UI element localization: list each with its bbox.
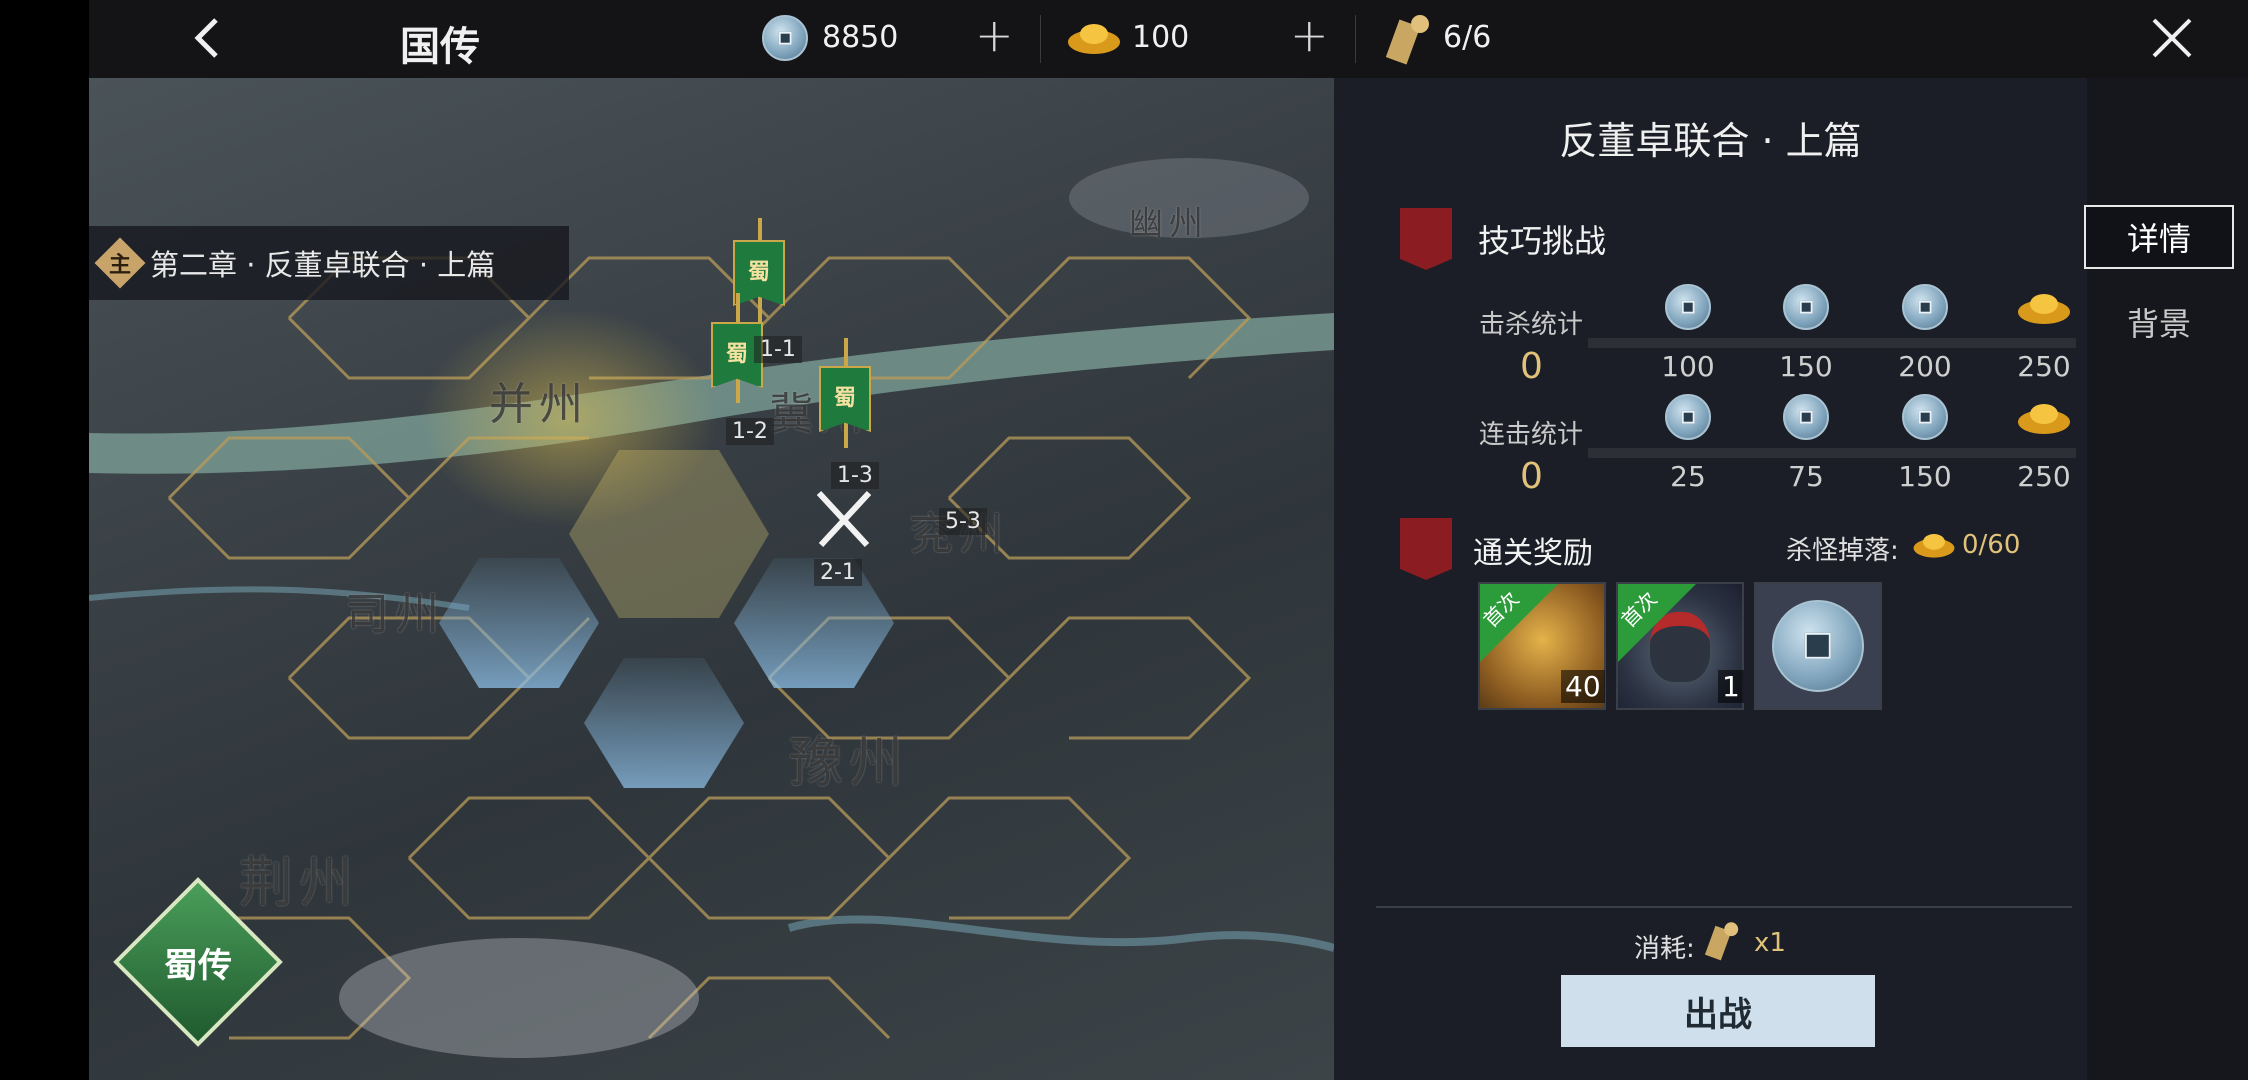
- reward-count: 40: [1561, 670, 1605, 703]
- province-yuzhou: 豫州: [789, 731, 909, 794]
- panel-divider: [1376, 906, 2072, 908]
- stamina-scroll-icon: [1704, 922, 1739, 961]
- copper-coin-icon: [1772, 600, 1864, 692]
- copper-amount: 8850: [822, 20, 899, 55]
- copper-coin-icon: [1783, 394, 1829, 440]
- gold-ingot-icon: [1068, 24, 1120, 54]
- copper-coin-icon: [762, 15, 808, 61]
- flag-emblem: 蜀: [833, 386, 856, 411]
- tab-details[interactable]: 详情: [2084, 205, 2234, 269]
- stamina-scroll-icon: [1385, 15, 1429, 65]
- tab-background[interactable]: 背景: [2084, 290, 2234, 354]
- gold-ingot-icon: [2018, 294, 2070, 324]
- combo-milestone: 75: [1788, 460, 1824, 493]
- combo-milestone: 25: [1670, 460, 1706, 493]
- skill-challenge-title: 技巧挑战: [1478, 222, 1607, 260]
- copper-coin-icon: [1665, 394, 1711, 440]
- close-icon[interactable]: [2148, 14, 2196, 62]
- kill-progress-bar: [1588, 338, 2076, 348]
- shu-biography-label: 蜀传: [164, 945, 232, 986]
- combo-stat-value: 0: [1520, 456, 1543, 497]
- copper-coin-icon: [1902, 284, 1948, 330]
- main-chapter-badge-text: 主: [108, 253, 131, 278]
- combo-progress-bar: [1588, 448, 2076, 458]
- combo-milestone: 250: [2017, 460, 2071, 493]
- divider: [1355, 15, 1356, 63]
- drop-label: 杀怪掉落:: [1786, 536, 1899, 566]
- kill-stat-label: 击杀统计: [1479, 310, 1584, 340]
- stage-title: 反董卓联合 · 上篇: [1559, 119, 1862, 163]
- gold-ingot-icon: [1913, 534, 1955, 558]
- fight-button[interactable]: 出战: [1561, 975, 1875, 1047]
- cost-value: x1: [1754, 928, 1786, 958]
- province-bingzhou: 并州: [489, 379, 589, 430]
- gift-icon: [1400, 518, 1452, 580]
- copper-coin-icon: [1665, 284, 1711, 330]
- flag-emblem: 蜀: [747, 260, 770, 285]
- kill-milestone: 250: [2017, 350, 2071, 383]
- gold-amount: 100: [1132, 20, 1190, 55]
- stage-label: 1-1: [754, 336, 802, 363]
- crossed-swords-icon[interactable]: [809, 483, 879, 553]
- gold-ingot-icon: [2018, 404, 2070, 434]
- drop-value: 0/60: [1962, 530, 2021, 560]
- kill-milestone: 200: [1898, 350, 1952, 383]
- back-icon[interactable]: [180, 12, 240, 64]
- divider: [1040, 15, 1041, 63]
- province-sizhou: 司州: [345, 589, 445, 640]
- stage-label: 1-3: [831, 462, 879, 489]
- skill-challenge-icon: [1400, 208, 1452, 270]
- copper-coin-icon: [1783, 284, 1829, 330]
- kill-stat-value: 0: [1520, 346, 1543, 387]
- cost-label: 消耗:: [1634, 934, 1695, 964]
- stage-flag-1-1[interactable]: 蜀: [733, 240, 785, 306]
- add-gold-button[interactable]: +: [1290, 8, 1329, 62]
- add-copper-button[interactable]: +: [975, 8, 1014, 62]
- wine-jar-icon: [1650, 612, 1710, 682]
- chapter-label: 第二章 · 反董卓联合 · 上篇: [150, 248, 496, 282]
- combo-milestone: 150: [1898, 460, 1952, 493]
- reward-count: 1: [1718, 670, 1744, 703]
- combo-stat-label: 连击统计: [1479, 420, 1584, 450]
- stage-label: 2-1: [814, 559, 862, 586]
- clear-rewards-title: 通关奖励: [1473, 536, 1593, 571]
- page-title: 国传: [400, 23, 480, 70]
- stamina-amount: 6/6: [1443, 20, 1492, 55]
- stage-label: 5-3: [939, 508, 987, 535]
- kill-milestone: 100: [1661, 350, 1715, 383]
- stage-label: 1-2: [726, 418, 774, 445]
- stage-flag-jizhou[interactable]: 蜀: [819, 366, 871, 432]
- copper-coin-icon: [1902, 394, 1948, 440]
- kill-milestone: 150: [1779, 350, 1833, 383]
- province-youzhou: 幽州: [1129, 204, 1209, 244]
